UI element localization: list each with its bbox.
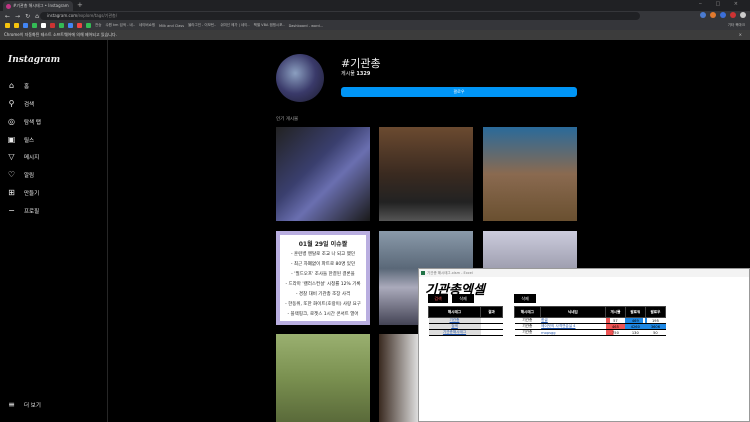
instagram-favicon-icon [6,3,11,9]
table-row: 기관총 mopsgg 750 130 50 [514,329,666,336]
bookmark-other[interactable]: 기타 북마크 [728,23,745,28]
sidebar-item-explore[interactable]: ◎ 탐색 탭 [7,117,41,126]
hashtag-avatar [276,54,324,102]
url-input[interactable]: instagram.com/explore/tags/기관총/ [40,12,640,20]
tab-title: #기관총 해시태그 • Instagram [13,3,69,8]
send-icon: ▽ [8,152,15,161]
close-icon[interactable]: × [739,30,742,40]
home-icon: ⌂ [8,81,15,90]
search-icon: ⚲ [8,99,15,108]
post-thumbnail[interactable] [379,127,473,221]
bookmark[interactable]: 수원 km 검색 - 네.. [105,23,134,28]
post-count: 게시물 1329 [341,71,371,77]
post-thumbnail[interactable] [483,127,577,221]
tab-bar: #기관총 해시태그 • Instagram + ‒ □ × [0,0,750,11]
bookmark[interactable]: 블라그인 - 이모틴.. [188,23,216,28]
reload-icon[interactable]: ↻ [25,13,30,20]
bookmark[interactable]: 쉬미선 메가 | 네이.. [220,23,249,28]
sidebar-item-create[interactable]: ⊞ 만들기 [7,188,39,197]
plus-square-icon: ⊞ [8,188,15,197]
extensions[interactable] [700,12,746,18]
delete-button[interactable]: 삭제 [452,294,474,303]
excel-title-bar: 기관총 해시태그.xlsm - Excel [419,269,749,277]
popular-posts-heading: 인기 게시물 [276,117,299,122]
bookmark[interactable]: Milk and Class [159,24,184,28]
new-tab-button[interactable]: + [77,1,83,9]
automation-infobar: Chrome이 자동화된 테스트 소프트웨어에 의해 제어되고 있습니다. × [0,30,750,40]
profile-icon: − [8,206,15,215]
sidebar-item-profile[interactable]: − 프로필 [7,206,39,215]
excel-window: 기관총 해시태그.xlsm - Excel 기관총엑셀 검색 삭제 삭제 해시태… [418,268,750,422]
sidebar-item-search[interactable]: ⚲ 검색 [7,99,35,108]
reels-icon: ▣ [7,135,16,144]
sidebar-item-home[interactable]: ⌂ 홈 [7,81,29,90]
address-bar-row: ← → ↻ ⌂ instagram.com/explore/tags/기관총/ [0,11,750,21]
results-table: 해시태그 닉네임 게시물 팔로워 팔로우 기관총 한글 57 469 195 기관총 에이잇의 사… [514,306,667,336]
delete-results-button[interactable]: 삭제 [514,294,536,303]
post-thumbnail[interactable] [379,334,418,422]
post-thumbnail[interactable] [276,334,370,422]
search-button[interactable]: 검색 [428,294,448,303]
follow-button[interactable]: 팔로우 [341,87,577,97]
post-thumbnail[interactable]: 01월 29일 이슈짤 - 훈련병 멘탈로 조교 나 되고 했던 - 최근 자폐없… [276,231,370,325]
bookmark[interactable]: 전승 [95,23,101,28]
bookmarks-bar: 전승 수원 km 검색 - 네.. 네이버쇼핑 Milk and Class 블… [0,21,750,30]
page-title: #기관총 [341,57,381,70]
sidebar-item-more[interactable]: ≡ 더 보기 [7,400,41,409]
table-row: 기관총해시태그 [428,329,503,336]
home-icon[interactable]: ⌂ [35,13,39,20]
forward-icon[interactable]: → [15,13,20,20]
bookmark[interactable]: 책별 VBA 캠핑시포.. [254,23,285,28]
sidebar: Instagram ⌂ 홈 ⚲ 검색 ◎ 탐색 탭 ▣ 릴스 ▽ 메시지 ♡ 알림 ⊞ 만들기… [0,40,108,422]
bookmark[interactable]: 네이버쇼핑 [139,23,155,28]
compass-icon: ◎ [8,117,15,126]
menu-icon: ≡ [8,400,15,409]
post-thumbnail[interactable] [276,127,370,221]
browser-tab[interactable]: #기관총 해시태그 • Instagram [3,1,73,11]
sidebar-item-messages[interactable]: ▽ 메시지 [7,152,39,161]
window-controls[interactable]: ‒ □ × [699,1,744,7]
bookmark[interactable]: Dashboard - word... [289,24,323,28]
heart-icon: ♡ [7,170,16,179]
instagram-logo[interactable]: Instagram [8,55,60,65]
back-icon[interactable]: ← [5,13,10,20]
hashtag-input-table: 해시태그 결과 기관총 검색 기관총해시태그 [428,306,503,336]
sidebar-item-reels[interactable]: ▣ 릴스 [7,135,34,144]
excel-icon [421,271,425,275]
sidebar-item-notifications[interactable]: ♡ 알림 [7,170,34,179]
